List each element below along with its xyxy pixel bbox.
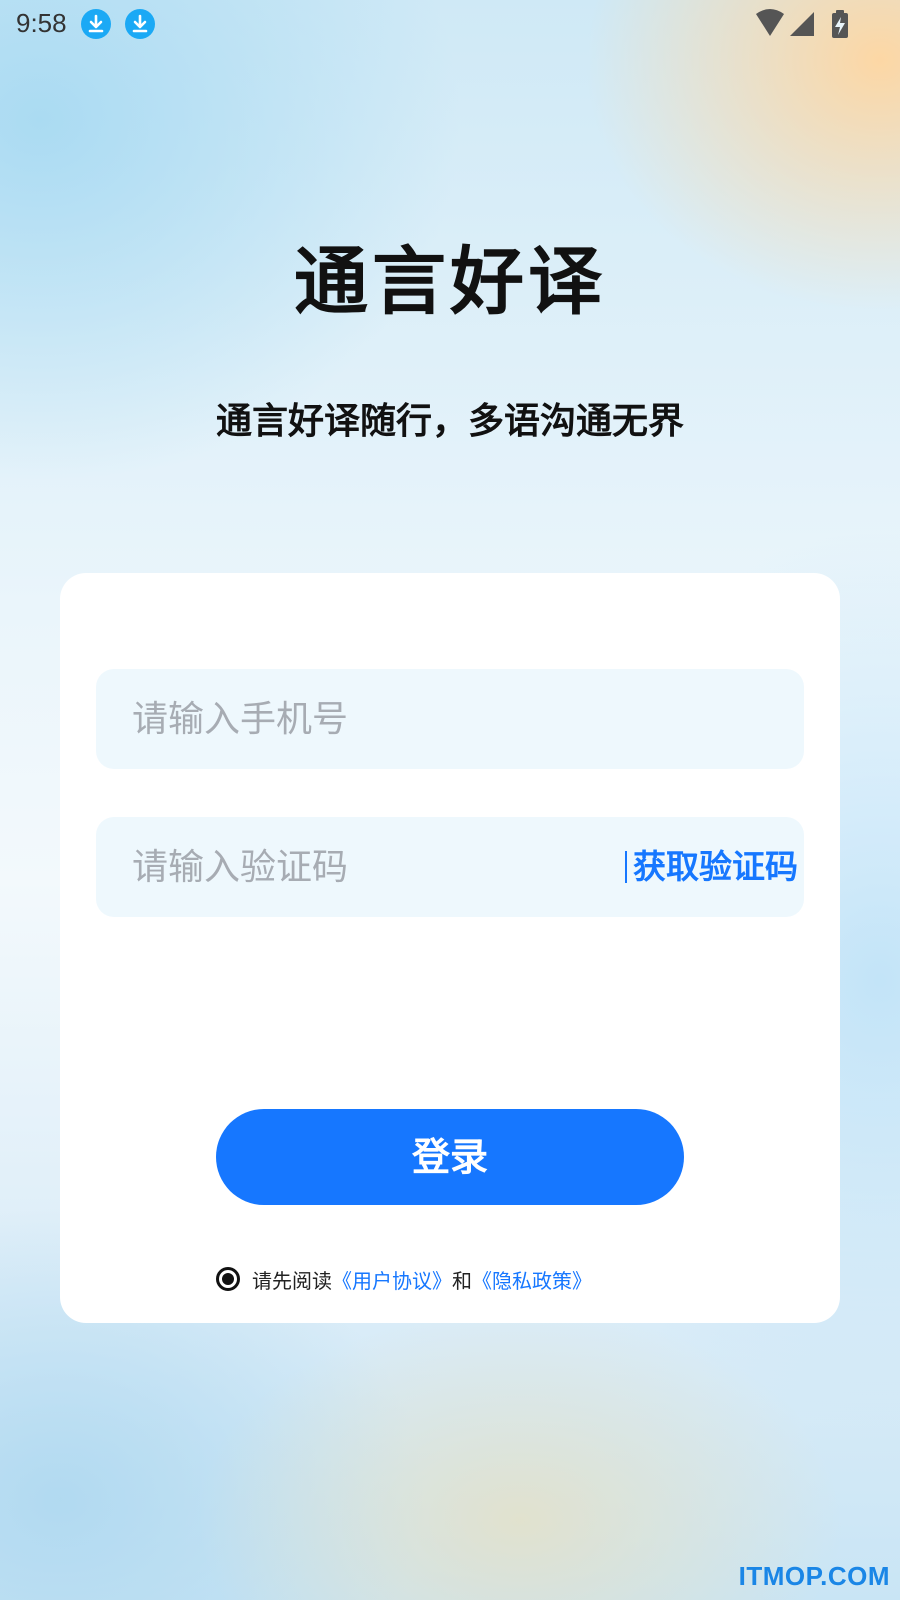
agreement-row: 请先阅读 《用户协议》 和 《隐私政策》 (216, 1263, 592, 1295)
cell-signal-icon (790, 12, 814, 36)
download-icon (81, 9, 111, 39)
phone-input[interactable] (132, 669, 772, 769)
status-bar: 9:58 (0, 0, 900, 50)
user-agreement-link[interactable]: 《用户协议》 (332, 1265, 452, 1294)
login-card: 获取验证码 登录 请先阅读 《用户协议》 和 《隐私政策》 (60, 573, 840, 1323)
verification-code-input[interactable] (132, 817, 602, 917)
login-button[interactable]: 登录 (216, 1109, 684, 1205)
divider (625, 851, 627, 883)
app-slogan: 通言好译随行，多语沟通无界 (215, 401, 684, 442)
wifi-icon (756, 9, 784, 36)
status-time: 9:58 (16, 8, 67, 38)
code-field-container: 获取验证码 (96, 817, 804, 917)
agreement-radio[interactable] (216, 1267, 240, 1291)
privacy-policy-link[interactable]: 《隐私政策》 (472, 1265, 592, 1294)
download-icon (125, 9, 155, 39)
battery-charging-icon (832, 10, 848, 38)
status-icons (754, 8, 850, 40)
phone-field-container (96, 669, 804, 769)
agreement-conjunction: 和 (452, 1268, 472, 1293)
app-title: 通言好译 (294, 239, 606, 325)
agreement-prefix: 请先阅读 (252, 1268, 332, 1293)
get-code-button[interactable]: 获取验证码 (633, 817, 798, 917)
watermark: ITMOP.COM (738, 1561, 890, 1591)
